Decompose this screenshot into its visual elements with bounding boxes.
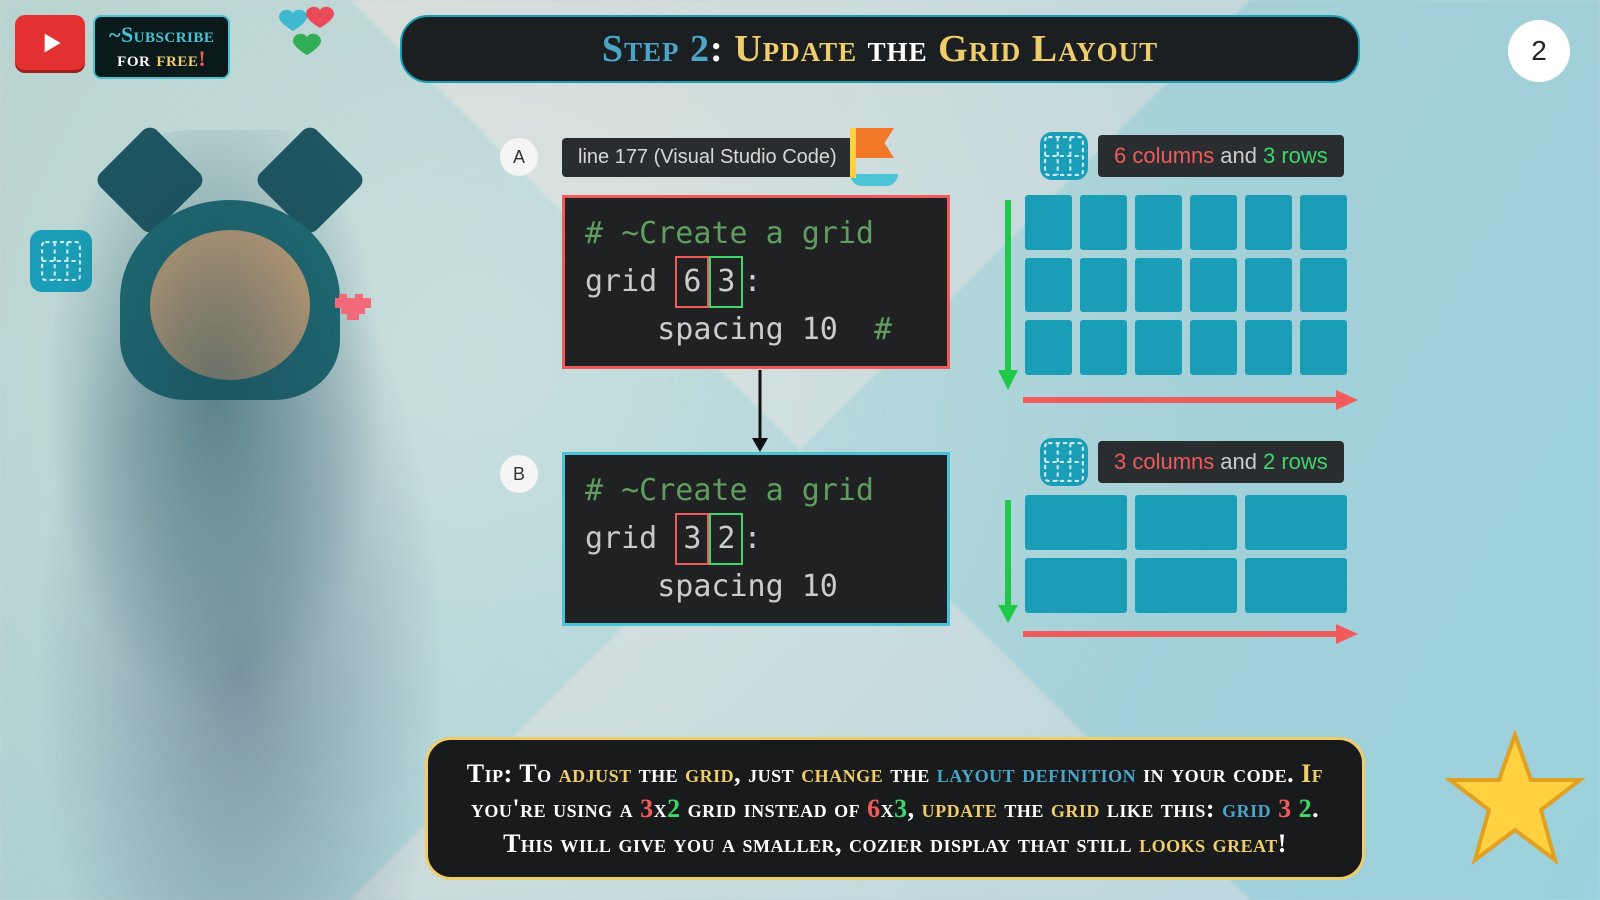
subscribe-button[interactable]: ~Subscribe for free!: [93, 15, 230, 79]
grid-cell: [1245, 495, 1347, 550]
cols-arrow-red-icon: [1018, 622, 1358, 646]
hearts-decoration: [275, 5, 345, 65]
grid-cell: [1190, 195, 1237, 250]
grid-cell: [1135, 195, 1182, 250]
youtube-icon[interactable]: [15, 15, 85, 70]
grid-viz-a: [1025, 195, 1347, 375]
grid-cell: [1135, 258, 1182, 313]
grid-cell: [1025, 495, 1127, 550]
grid-cell: [1025, 558, 1127, 613]
grid-cell: [1300, 320, 1347, 375]
subscribe-line1: ~Subscribe: [109, 23, 214, 47]
grid-cell: [1190, 258, 1237, 313]
grid-cell: [1245, 558, 1347, 613]
grid-cell: [1135, 495, 1237, 550]
grid-viz-b: [1025, 495, 1347, 613]
flag-icon: [850, 128, 898, 186]
page-number-badge: 2: [1508, 20, 1570, 82]
grid-cell: [1080, 320, 1127, 375]
code-block-b: # ~Create a grid grid 32: spacing 10: [562, 452, 950, 626]
grid-cell: [1025, 195, 1072, 250]
grid-a-legend: 6 columns and 3 rows: [1098, 135, 1344, 177]
grid-icon: [1040, 438, 1088, 486]
grid-a-legend-row: 6 columns and 3 rows: [1040, 132, 1344, 180]
step-b-badge: B: [500, 455, 538, 493]
grid-b-legend-row: 3 columns and 2 rows: [1040, 438, 1344, 486]
subscribe-area: ~Subscribe for free!: [15, 15, 230, 79]
character-illustration: [0, 130, 480, 900]
grid-cell: [1025, 320, 1072, 375]
grid-cell: [1245, 258, 1292, 313]
tip-box: Tip: To adjust the grid, just change the…: [425, 737, 1365, 880]
pixel-heart-icon: [335, 290, 371, 327]
code-block-a: # ~Create a grid grid 63: spacing 10 #: [562, 195, 950, 369]
step-a-badge: A: [500, 138, 538, 176]
grid-cell: [1300, 258, 1347, 313]
grid-cell: [1245, 195, 1292, 250]
subscribe-line2: for free!: [109, 47, 214, 71]
rows-arrow-green-icon: [996, 195, 1020, 390]
step-label: Step 2: [602, 28, 710, 70]
arrow-down-icon: [750, 370, 770, 457]
grid-cell: [1245, 320, 1292, 375]
grid-cell: [1080, 195, 1127, 250]
grid-cell: [1135, 558, 1237, 613]
star-icon: [1445, 730, 1585, 875]
grid-b-legend: 3 columns and 2 rows: [1098, 441, 1344, 483]
rows-arrow-green-icon: [996, 495, 1020, 623]
grid-cell: [1135, 320, 1182, 375]
grid-cell: [1300, 195, 1347, 250]
line-info-label: line 177 (Visual Studio Code): [562, 138, 853, 177]
title-text: Update the Grid Layout: [734, 28, 1158, 70]
grid-cell: [1190, 320, 1237, 375]
grid-cell: [1025, 258, 1072, 313]
cols-arrow-red-icon: [1018, 388, 1358, 412]
title-bar: Step 2: Update the Grid Layout: [400, 15, 1360, 83]
grid-icon: [1040, 132, 1088, 180]
grid-cell: [1080, 258, 1127, 313]
